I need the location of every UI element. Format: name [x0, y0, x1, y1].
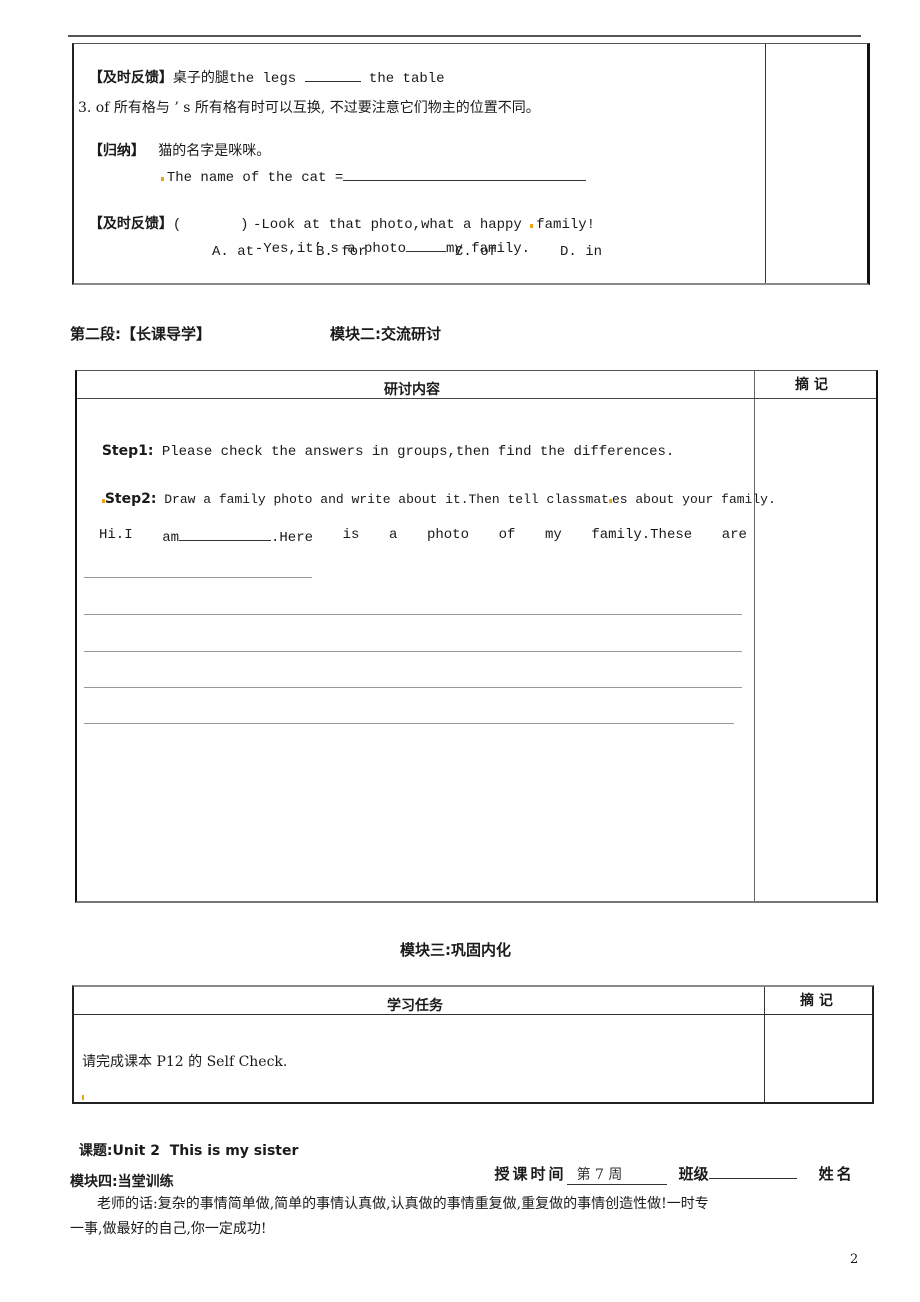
step-2: Step2: Draw a family photo and write abo… [84, 472, 776, 527]
teacher-words-1: 老师的话:复杂的事情简单做,简单的事情认真做,认真做的事情重复做,重复做的事情创… [97, 1196, 709, 1212]
writing-line[interactable] [84, 614, 742, 615]
step-1-label: Step1: [101, 443, 154, 459]
prompt-word: Hi.I [99, 527, 133, 543]
class-info: 授课时间第 7 周 班级 姓名 [485, 1146, 855, 1185]
time-label: 授课时间 [494, 1165, 567, 1183]
notes-column-divider [765, 44, 766, 283]
prompt-word: a [388, 527, 398, 543]
answer-blank[interactable] [343, 167, 587, 181]
module-2-heading: 模块二:交流研讨 [330, 325, 441, 343]
answer-blank[interactable] [304, 68, 361, 82]
prompt-word: family.These [591, 527, 693, 543]
name-blank[interactable] [179, 527, 271, 541]
task-table: 学习任务 摘 记 请完成课本 P12 的 Self Check. [72, 985, 874, 1104]
prompt-word: photo [426, 527, 469, 543]
edit-mark [160, 177, 164, 181]
prompt-word: .Here [271, 530, 314, 546]
module-3-heading: 模块三:巩固内化 [400, 941, 511, 959]
feedback-1: 【及时反馈】桌子的腿the legs the table [80, 50, 445, 88]
feedback-label: 【及时反馈】 [88, 70, 173, 86]
prompt-word: is [342, 527, 360, 543]
step-1: Step1: Please check the answers in group… [84, 424, 675, 479]
stage-heading: 第二段:【长课导学】 [70, 325, 211, 343]
step-2-text-end: es about your family. [611, 492, 776, 507]
header-notes: 摘 记 [795, 377, 828, 393]
header-divider [77, 398, 876, 399]
example-text: The name of the cat = [166, 170, 344, 186]
module-4-heading: 模块四:当堂训练 [70, 1174, 174, 1190]
notes-column-divider [764, 987, 765, 1102]
option-d[interactable]: D. in [560, 243, 602, 261]
prompt-word: are [721, 527, 747, 543]
page-number: 2 [850, 1252, 859, 1267]
discussion-table: 研讨内容 摘 记 Step1: Please check the answers… [75, 370, 878, 903]
time-value: 第 7 周 [576, 1167, 623, 1183]
feedback-text-a: the legs [228, 71, 305, 87]
header-notes: 摘 记 [800, 993, 833, 1009]
edit-mark [530, 224, 534, 228]
header-divider [74, 1014, 872, 1015]
task-text: 请完成课本 P12 的 Self Check. [82, 1054, 288, 1070]
writing-line[interactable] [84, 687, 742, 688]
step-1-text: Please check the answers in groups,then … [153, 444, 675, 460]
prompt-word-am: am .Here [162, 527, 313, 546]
class-field[interactable] [708, 1164, 797, 1179]
prompt-word: my [544, 527, 562, 543]
prompt-word: of [498, 527, 516, 543]
answer-blank[interactable] [406, 238, 447, 252]
writing-line[interactable] [84, 577, 312, 578]
option-a[interactable]: A. at [212, 243, 254, 261]
step-2-label: Step2: [104, 491, 157, 507]
time-field[interactable]: 第 7 周 [566, 1166, 667, 1185]
prompt-word: am [162, 530, 179, 546]
option-b[interactable]: B. for [316, 243, 366, 261]
notes-column-divider [754, 371, 755, 901]
writing-prompt: Hi.I am .Here is a photo of my family.The… [99, 527, 747, 546]
writing-line[interactable] [84, 651, 742, 652]
topic: 课题:Unit 2 This is my sister [70, 1124, 298, 1160]
step-2-text: Draw a family photo and write about it.T… [156, 492, 609, 507]
teacher-words-2: 一事,做最好的自己,你一定成功! [70, 1221, 267, 1237]
header-content: 研讨内容 [384, 382, 440, 398]
topic-text: 课题:Unit 2 This is my sister [78, 1143, 299, 1159]
feedback-text-cn: 桌子的腿 [172, 70, 229, 86]
feedback-text-b: the table [360, 71, 445, 87]
option-c[interactable]: C. of [455, 243, 497, 261]
feedback-label: 【及时反馈】 [88, 216, 173, 232]
summary-label: 【归纳】 [88, 143, 145, 159]
top-rule [68, 35, 861, 37]
class-label: 班级 [678, 1165, 709, 1183]
edit-mark [82, 1095, 84, 1100]
writing-line[interactable] [84, 723, 734, 724]
question-line-1-end: family! [536, 217, 596, 233]
header-task: 学习任务 [387, 998, 443, 1014]
point-3: 3. of 所有格与 ’ s 所有格有时可以互换, 不过要注意它们物主的位置不同… [78, 100, 540, 116]
summary-example: The name of the cat = [144, 149, 587, 187]
name-label: 姓名 [818, 1165, 855, 1183]
